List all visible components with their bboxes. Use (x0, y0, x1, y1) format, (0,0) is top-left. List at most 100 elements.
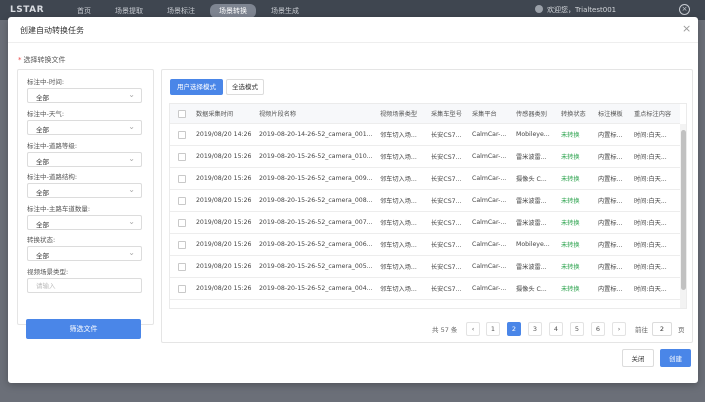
nav-item-scene-extract[interactable]: 场景提取 (106, 4, 152, 18)
row-checkbox[interactable] (178, 284, 186, 293)
filter-select-road-structure[interactable]: 全部 ⌄ (27, 183, 142, 198)
filter-label-convert-status: 转换状态: (27, 236, 56, 244)
filter-label-scene-type: 视频场景类型: (27, 268, 69, 276)
tab-user-select-mode[interactable]: 用户选择模式 (170, 79, 223, 95)
table-row[interactable]: 2019/08/20 14:26 2019-08-20-14-26-52_came… (170, 124, 680, 146)
scene-type-input[interactable] (27, 278, 142, 293)
table-cell: 邻车切入场... (380, 242, 417, 249)
table-scrollbar[interactable] (680, 124, 686, 308)
nav-item-scene-annotate[interactable]: 场景标注 (158, 4, 204, 18)
table-cell: CalmCar-... (472, 197, 507, 204)
chevron-down-icon: ⌄ (128, 248, 135, 257)
filter-select-time[interactable]: 全部 ⌄ (27, 88, 142, 103)
table-cell: 内置标... (598, 220, 623, 227)
table-row[interactable]: 2019/08/20 15:26 2019-08-20-15-26-52_came… (170, 278, 680, 300)
filter-label-road-structure: 标注中-道路结构: (27, 173, 78, 181)
table-row[interactable]: 2019/08/20 15:26 2019-08-20-15-26-52_came… (170, 190, 680, 212)
chevron-down-icon: ⌄ (128, 217, 135, 226)
dialog-close-icon[interactable]: × (682, 23, 691, 34)
select-all-checkbox[interactable] (178, 109, 186, 118)
pagination-total: 共 57 条 (432, 326, 458, 334)
filter-select-value: 全部 (36, 94, 49, 102)
table-cell: 内置标... (598, 176, 623, 183)
table-cell: 内置标... (598, 242, 623, 249)
filter-select-value: 全部 (36, 221, 49, 229)
table-cell: CalmCar-... (472, 219, 507, 226)
row-checkbox[interactable] (178, 174, 186, 183)
table-cell: 2019/08/20 15:26 (196, 175, 252, 182)
status-text: 未转换 (561, 154, 580, 161)
table-row[interactable]: 2019/08/20 15:26 2019-08-20-15-26-52_came… (170, 146, 680, 168)
row-checkbox[interactable] (178, 130, 186, 139)
table-cell: 长安CS7... (431, 286, 462, 293)
create-task-dialog: 创建自动转换任务 × * 选择转换文件 标注中-时间: 全部 ⌄ 标注中-天气: 全… (8, 17, 698, 383)
table-row[interactable]: 2019/08/20 15:26 2019-08-20-15-26-52_came… (170, 168, 680, 190)
table-row[interactable]: 2019/08/20 15:26 2019-08-20-15-26-52_came… (170, 212, 680, 234)
filter-label-time: 标注中-时间: (27, 78, 65, 86)
table-cell: 邻车切入场... (380, 154, 417, 161)
pagination-page-button[interactable]: 3 (528, 322, 542, 336)
nav-item-scene-convert[interactable]: 场景转换 (210, 4, 256, 18)
table-cell: 邻车切入场... (380, 132, 417, 139)
nav-item-scene-generate[interactable]: 场景生成 (262, 4, 308, 18)
pagination-page-button-current[interactable]: 2 (507, 322, 521, 336)
table-header-row: 数据采集时间 视频片段名称 视频场景类型 采集车型号 采集平台 传感器类别 转换… (170, 104, 680, 124)
table-cell: Mobileye... (516, 131, 550, 138)
column-header: 视频场景类型 (380, 111, 418, 118)
pagination-page-button[interactable]: 5 (570, 322, 584, 336)
pagination-page-button[interactable]: 1 (486, 322, 500, 336)
filter-files-button[interactable]: 筛选文件 (26, 319, 141, 339)
table-cell: 2019-08-20-15-26-52_camera_008... (259, 197, 373, 204)
logout-icon[interactable]: × (679, 4, 690, 15)
status-text: 未转换 (561, 286, 580, 293)
column-header: 采集车型号 (431, 111, 462, 118)
pagination-next-button[interactable]: › (612, 322, 626, 336)
filter-select-value: 全部 (36, 189, 49, 197)
pagination-goto-label: 前往 (635, 326, 648, 334)
filter-select-weather[interactable]: 全部 ⌄ (27, 120, 142, 135)
pagination-page-button[interactable]: 6 (591, 322, 605, 336)
pagination-goto-input[interactable] (652, 322, 672, 336)
row-checkbox[interactable] (178, 152, 186, 161)
table-cell: 邻车切入场... (380, 286, 417, 293)
create-button[interactable]: 创建 (660, 349, 691, 367)
column-header: 视频片段名称 (259, 111, 297, 118)
table-cell: 长安CS7... (431, 264, 462, 271)
filter-select-road-level[interactable]: 全部 ⌄ (27, 152, 142, 167)
column-header: 标注模板 (598, 111, 623, 118)
table-row[interactable]: 2019/08/20 15:26 2019-08-20-15-26-52_came… (170, 256, 680, 278)
filter-select-convert-status[interactable]: 全部 ⌄ (27, 246, 142, 261)
pagination-prev-button[interactable]: ‹ (466, 322, 480, 336)
table-cell: 2019/08/20 15:26 (196, 241, 252, 248)
table-cell: 时间:白天... (634, 176, 667, 183)
close-button[interactable]: 关闭 (622, 349, 654, 367)
table-cell: 雷米波雷... (516, 264, 547, 271)
table-cell: CalmCar-... (472, 241, 507, 248)
tab-select-all-mode[interactable]: 全选模式 (226, 79, 264, 95)
user-greeting[interactable]: 欢迎您，Trialtest001 (535, 5, 616, 15)
row-checkbox[interactable] (178, 218, 186, 227)
column-header: 采集平台 (472, 111, 497, 118)
row-checkbox[interactable] (178, 240, 186, 249)
column-header: 数据采集时间 (196, 111, 234, 118)
scrollbar-thumb[interactable] (681, 130, 686, 290)
row-checkbox[interactable] (178, 262, 186, 271)
row-checkbox[interactable] (178, 196, 186, 205)
table-cell: 2019/08/20 15:26 (196, 197, 252, 204)
table-cell: CalmCar-... (472, 263, 507, 270)
table-cell: 邻车切入场... (380, 198, 417, 205)
column-header: 转换状态 (561, 111, 586, 118)
nav-item-home[interactable]: 首页 (68, 4, 100, 18)
pagination-page-button[interactable]: 4 (549, 322, 563, 336)
table-cell: 长安CS7... (431, 242, 462, 249)
table-cell: 2019/08/20 15:26 (196, 285, 252, 292)
table-cell: CalmCar-... (472, 153, 507, 160)
filter-select-lane-count[interactable]: 全部 ⌄ (27, 215, 142, 230)
dialog-title: 创建自动转换任务 (20, 26, 84, 35)
file-table: 数据采集时间 视频片段名称 视频场景类型 采集车型号 采集平台 传感器类别 转换… (169, 103, 687, 309)
table-row[interactable]: 2019/08/20 15:26 2019-08-20-15-26-52_came… (170, 234, 680, 256)
table-cell: 时间:白天... (634, 286, 667, 293)
section-label: * 选择转换文件 (18, 55, 66, 65)
table-cell: 2019/08/20 14:26 (196, 131, 252, 138)
filter-select-value: 全部 (36, 252, 49, 260)
